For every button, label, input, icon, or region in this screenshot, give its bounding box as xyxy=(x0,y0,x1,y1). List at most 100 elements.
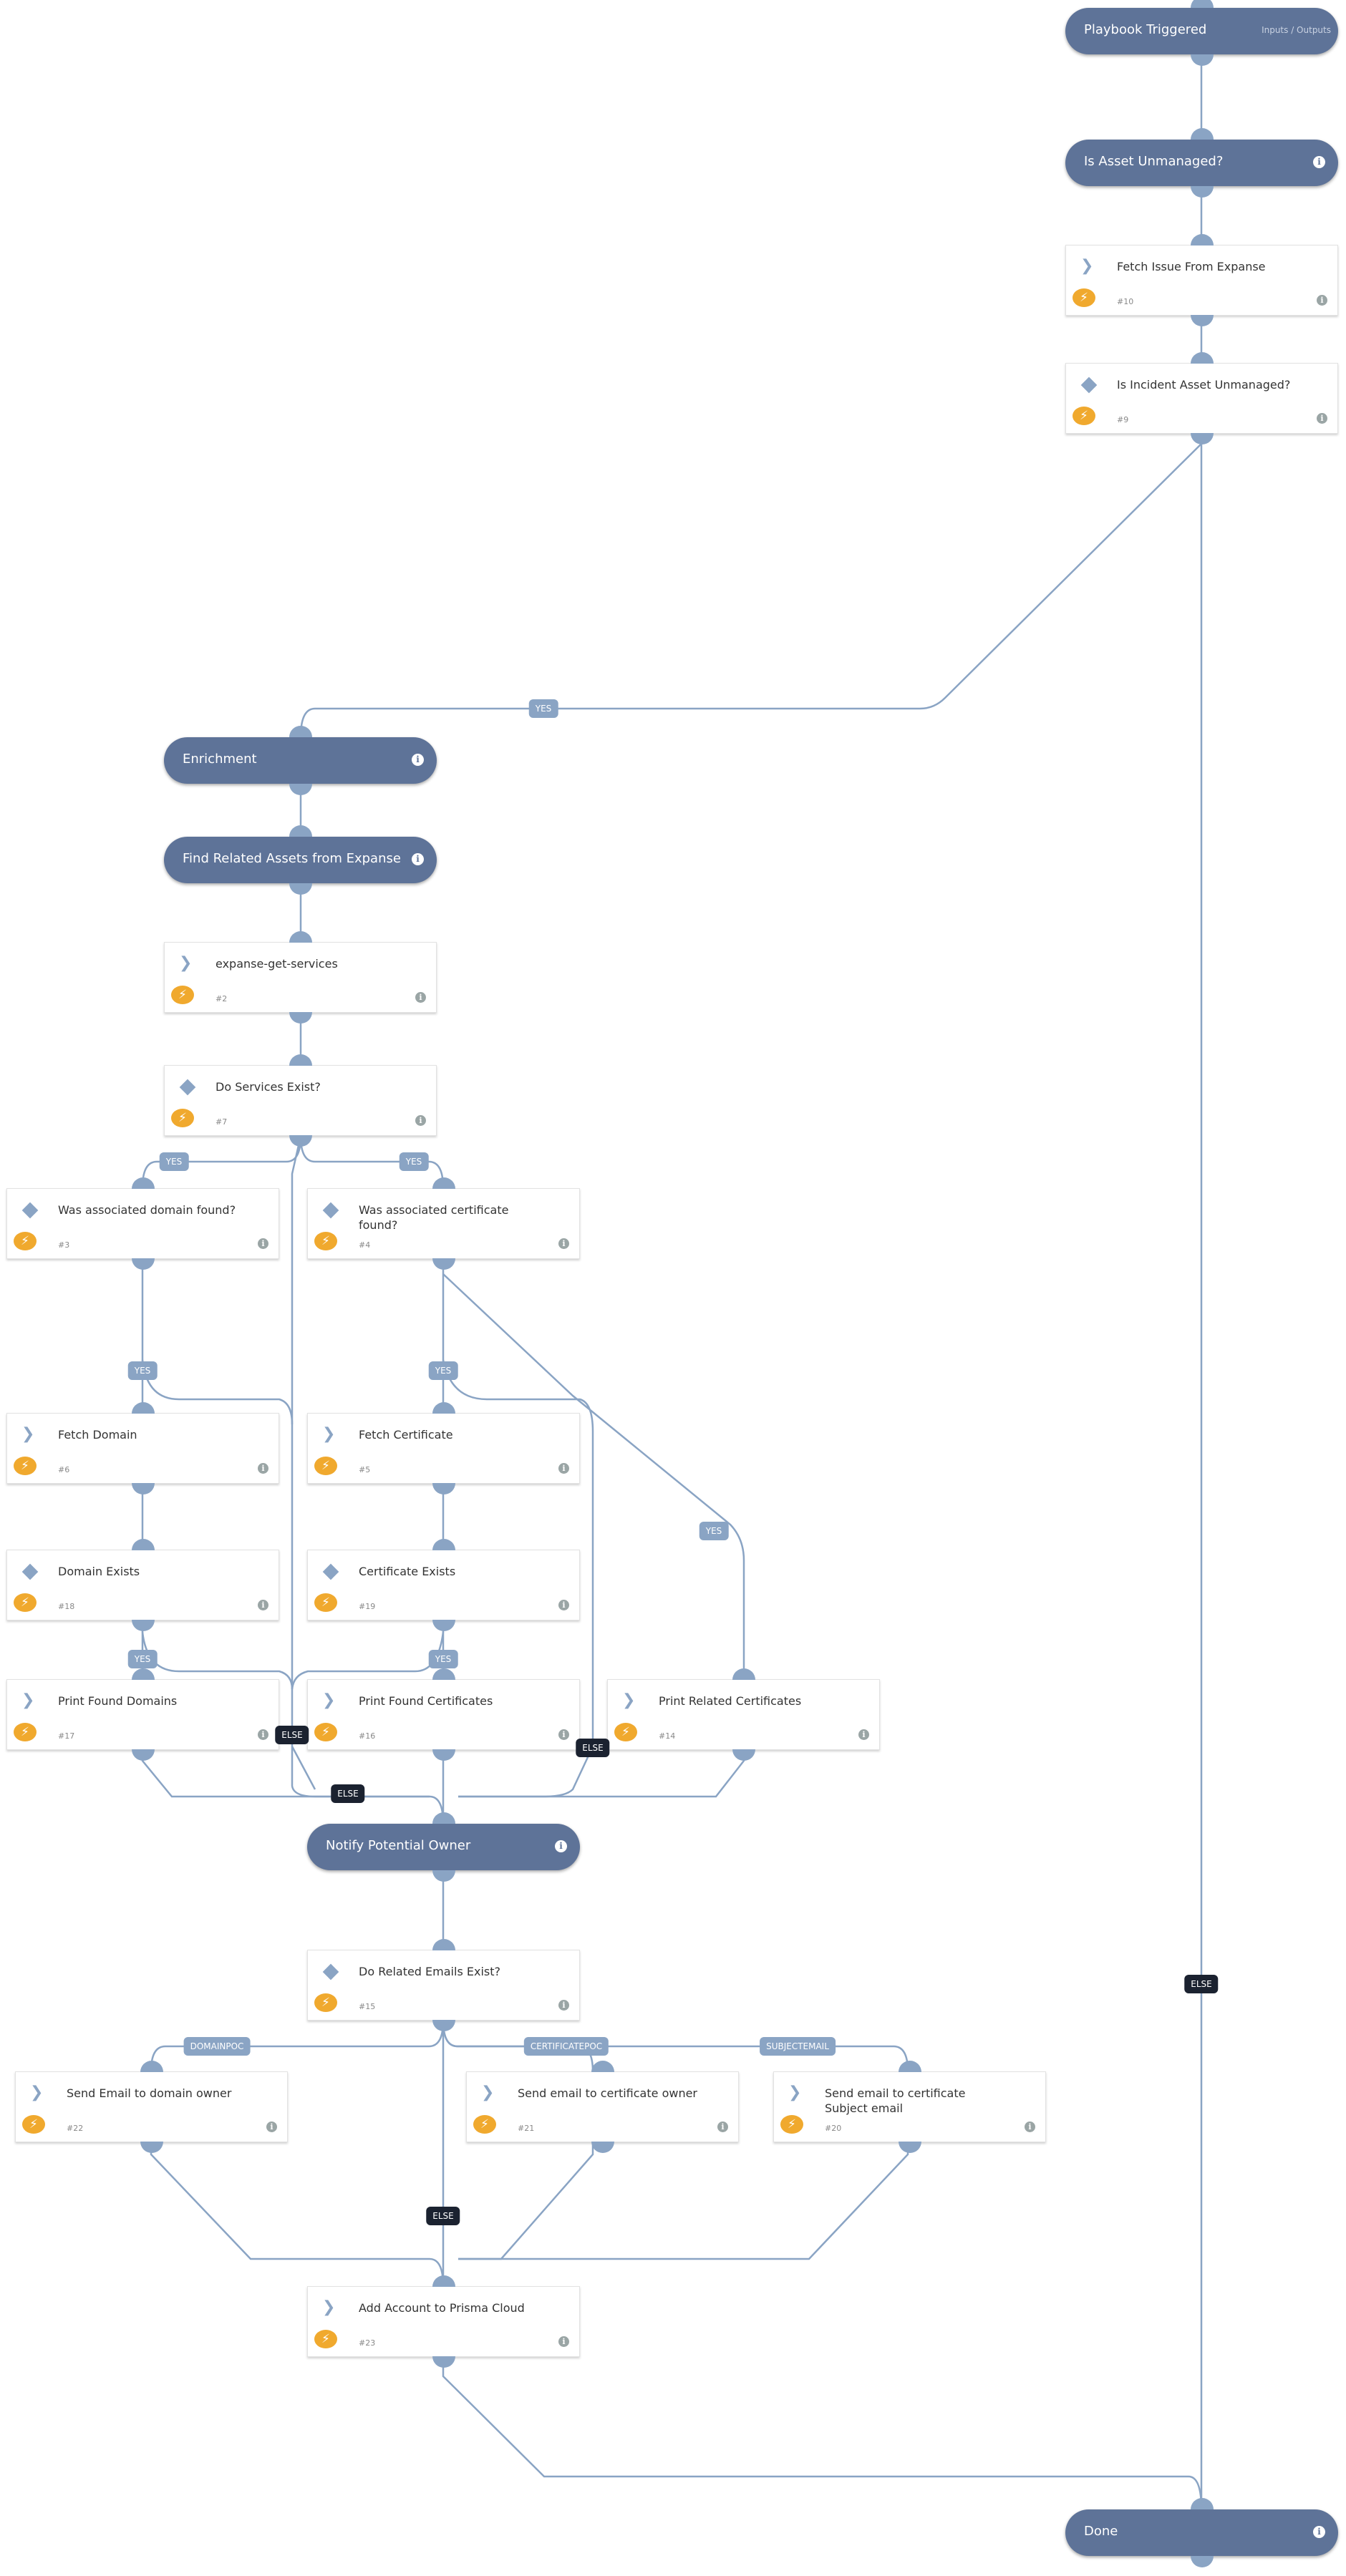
task-node-send-email-to-domain-owner[interactable]: ❯ Send Email to domain owner ⚡︎ #22 i xyxy=(15,2061,288,2153)
info-icon[interactable]: i xyxy=(558,2336,569,2347)
node-title: expanse-get-services xyxy=(216,957,338,971)
chevron-right-icon: ❯ xyxy=(21,1691,35,1709)
automation-lightning-icon: ⚡︎ xyxy=(14,1232,37,1250)
edge-connector xyxy=(150,2144,445,2287)
task-node-add-account-to-prisma-cloud[interactable]: ❯ Add Account to Prisma Cloud ⚡︎ #23 i xyxy=(307,2275,580,2368)
node-title: Domain Exists xyxy=(58,1565,140,1578)
info-icon[interactable]: i xyxy=(1313,2526,1325,2538)
info-icon[interactable]: i xyxy=(555,1840,567,1852)
automation-lightning-icon: ⚡︎ xyxy=(171,1109,194,1127)
info-icon[interactable]: i xyxy=(858,1729,869,1740)
info-icon[interactable]: i xyxy=(1317,295,1327,306)
node-title: Was associated certificate found? xyxy=(359,1203,509,1232)
task-node-fetch-domain[interactable]: ❯ Fetch Domain ⚡︎ #6 i xyxy=(6,1402,279,1494)
node-title: Print Found Certificates xyxy=(359,1694,493,1708)
task-number: #6 xyxy=(58,1465,70,1474)
task-node-do-related-emails-exist[interactable]: Do Related Emails Exist? ⚡︎ #15 i xyxy=(307,1939,580,2031)
task-node-certificate-exists[interactable]: Certificate Exists ⚡︎ #19 i xyxy=(307,1539,580,1631)
automation-lightning-icon: ⚡︎ xyxy=(780,2115,803,2134)
edge-connector xyxy=(291,1746,316,1790)
section-header-notify-potential-owner[interactable]: Notify Potential Owner i xyxy=(307,1812,580,1882)
chevron-right-icon: ❯ xyxy=(21,1425,35,1443)
node-title: Was associated domain found? xyxy=(58,1203,236,1217)
inputs-outputs-link[interactable]: Inputs / Outputs xyxy=(1262,25,1331,35)
task-number: #2 xyxy=(216,994,228,1003)
info-icon[interactable]: i xyxy=(412,754,424,766)
task-number: #23 xyxy=(359,2338,376,2348)
task-node-is-incident-asset-unmanaged[interactable]: Is Incident Asset Unmanaged? ⚡︎ #9 i xyxy=(1065,352,1338,444)
info-icon[interactable]: i xyxy=(258,1463,268,1474)
task-number: #20 xyxy=(825,2124,842,2133)
task-node-was-associated-certificate-found[interactable]: Was associated certificate found? ⚡︎ #4 i xyxy=(307,1177,580,1270)
task-number: #16 xyxy=(359,1731,376,1741)
info-icon[interactable]: i xyxy=(558,1463,569,1474)
automation-lightning-icon: ⚡︎ xyxy=(473,2115,496,2134)
info-icon[interactable]: i xyxy=(266,2121,277,2132)
condition-diamond-icon xyxy=(179,1079,196,1096)
info-icon[interactable]: i xyxy=(558,1238,569,1249)
chevron-right-icon: ❯ xyxy=(481,2084,495,2101)
info-icon[interactable]: i xyxy=(558,2000,569,2011)
info-icon[interactable]: i xyxy=(412,853,424,865)
task-node-print-related-certificates[interactable]: ❯ Print Related Certificates ⚡︎ #14 i xyxy=(607,1668,880,1761)
info-icon[interactable]: i xyxy=(1313,156,1325,168)
node-title: Certificate Exists xyxy=(359,1565,456,1578)
branch-label-yes: YES xyxy=(127,1361,158,1380)
info-icon[interactable]: i xyxy=(258,1729,268,1740)
edge-connector xyxy=(442,2020,909,2072)
automation-lightning-icon: ⚡︎ xyxy=(614,1723,637,1741)
info-icon[interactable]: i xyxy=(1025,2121,1035,2132)
info-icon[interactable]: i xyxy=(1317,413,1327,424)
node-title: Do Services Exist? xyxy=(216,1080,321,1094)
edge-connector xyxy=(299,443,1202,738)
info-icon[interactable]: i xyxy=(415,992,426,1003)
task-node-print-found-domains[interactable]: ❯ Print Found Domains ⚡︎ #17 i xyxy=(6,1668,279,1761)
chevron-right-icon: ❯ xyxy=(622,1691,636,1709)
node-title: Is Incident Asset Unmanaged? xyxy=(1117,378,1291,392)
task-node-do-services-exist[interactable]: Do Services Exist? ⚡︎ #7 i xyxy=(164,1054,437,1147)
branch-label-yes: YES xyxy=(127,1650,158,1668)
node-title: Send email to certificate Subject email xyxy=(825,2086,966,2115)
node-title: Playbook Triggered xyxy=(1084,22,1207,37)
section-header-playbook-triggered[interactable]: Playbook Triggered Inputs / Outputs xyxy=(1065,0,1338,66)
automation-lightning-icon: ⚡︎ xyxy=(22,2115,45,2134)
task-number: #15 xyxy=(359,2002,376,2011)
automation-lightning-icon: ⚡︎ xyxy=(14,1723,37,1741)
node-title: Send Email to domain owner xyxy=(67,2086,232,2100)
condition-diamond-icon xyxy=(1080,376,1098,394)
info-icon[interactable]: i xyxy=(558,1729,569,1740)
automation-lightning-icon: ⚡︎ xyxy=(171,986,194,1004)
chevron-right-icon: ❯ xyxy=(788,2084,802,2101)
info-icon[interactable]: i xyxy=(415,1115,426,1126)
section-header-enrichment[interactable]: Enrichment i xyxy=(164,726,437,795)
task-number: #7 xyxy=(216,1117,228,1127)
info-icon[interactable]: i xyxy=(258,1600,268,1610)
automation-lightning-icon: ⚡︎ xyxy=(314,1232,337,1250)
automation-lightning-icon: ⚡︎ xyxy=(314,1723,337,1741)
task-node-print-found-certificates[interactable]: ❯ Print Found Certificates ⚡︎ #16 i xyxy=(307,1668,580,1761)
section-header-find-related-assets-from-expanse[interactable]: Find Related Assets from Expanse i xyxy=(164,825,437,895)
task-node-fetch-certificate[interactable]: ❯ Fetch Certificate ⚡︎ #5 i xyxy=(307,1402,580,1494)
info-icon[interactable]: i xyxy=(717,2121,728,2132)
info-icon[interactable]: i xyxy=(558,1600,569,1610)
branch-label-domainpoc: DOMAINPOC xyxy=(183,2037,251,2056)
node-title: Fetch Domain xyxy=(58,1428,137,1442)
node-title: Done xyxy=(1084,2524,1118,2539)
task-number: #17 xyxy=(58,1731,75,1741)
task-node-fetch-issue-from-expanse[interactable]: ❯ Fetch Issue From Expanse ⚡︎ #10 i xyxy=(1065,234,1338,326)
node-title: Is Asset Unmanaged? xyxy=(1084,154,1224,169)
task-node-domain-exists[interactable]: Domain Exists ⚡︎ #18 i xyxy=(6,1539,279,1631)
node-title: Print Found Domains xyxy=(58,1694,178,1708)
task-node-expanse-get-services[interactable]: ❯ expanse-get-services ⚡︎ #2 i xyxy=(164,931,437,1024)
task-number: #3 xyxy=(58,1240,70,1250)
section-header-done[interactable]: Done i xyxy=(1065,2498,1338,2567)
edge-connector xyxy=(458,2144,594,2260)
task-node-was-associated-domain-found[interactable]: Was associated domain found? ⚡︎ #3 i xyxy=(6,1177,279,1270)
task-node-send-email-to-certificate-owner[interactable]: ❯ Send email to certificate owner ⚡︎ #21 i xyxy=(466,2061,739,2153)
node-title: Send email to certificate owner xyxy=(518,2086,697,2100)
section-header-is-asset-unmanaged[interactable]: Is Asset Unmanaged? i xyxy=(1065,128,1338,198)
info-icon[interactable]: i xyxy=(258,1238,268,1249)
task-number: #22 xyxy=(67,2124,84,2133)
task-number: #10 xyxy=(1117,297,1134,306)
task-node-send-email-to-certificate-subject-email[interactable]: ❯ Send email to certificate Subject email… xyxy=(773,2061,1046,2153)
